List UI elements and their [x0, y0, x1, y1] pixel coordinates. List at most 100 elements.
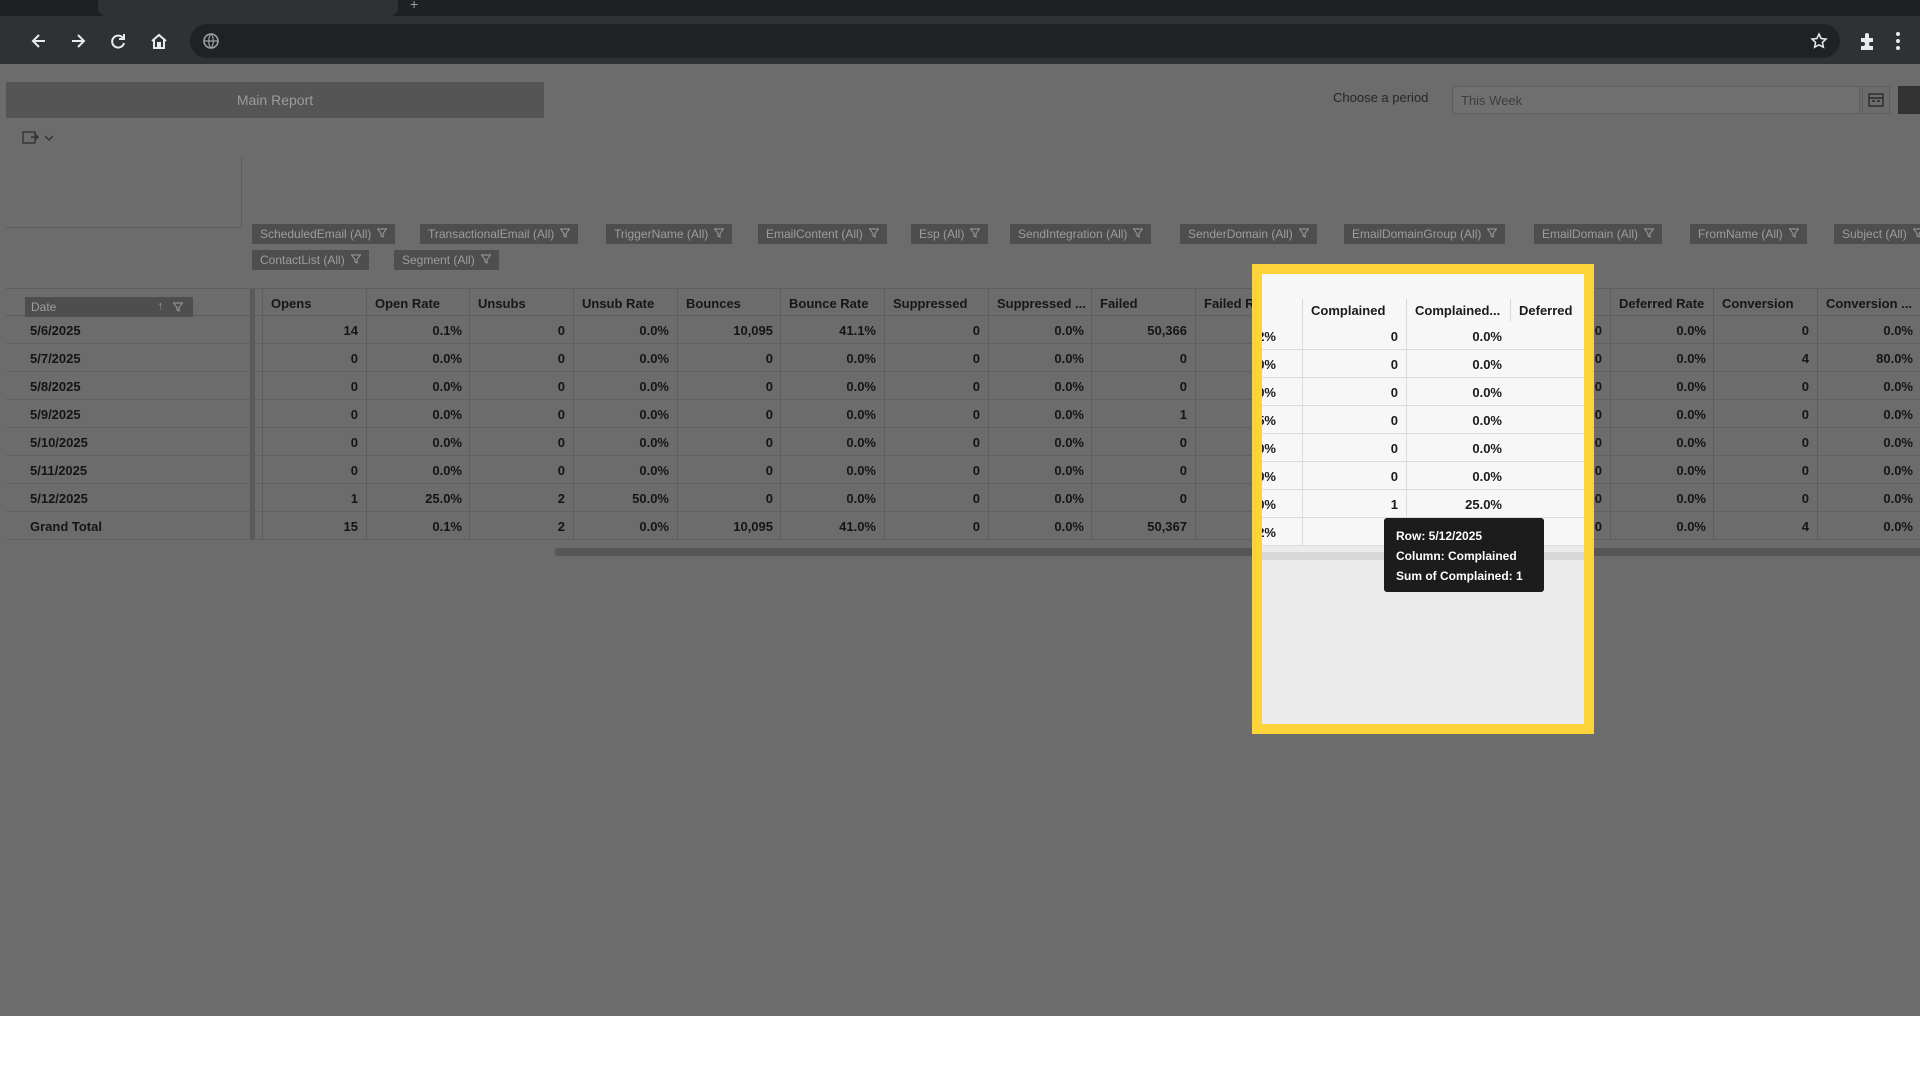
table-cell[interactable]: 0.0% [1610, 372, 1714, 400]
table-cell[interactable]: 25.0% [366, 484, 470, 512]
table-cell[interactable]: 7.2% [1262, 518, 1284, 546]
table-cell[interactable]: 0.0% [780, 456, 884, 484]
table-cell[interactable]: 0.0% [988, 316, 1092, 344]
new-tab-icon[interactable]: + [410, 0, 418, 12]
table-cell[interactable]: 0 [1302, 406, 1406, 434]
table-cell[interactable]: 1 [1091, 400, 1195, 428]
table-cell[interactable]: 0 [1091, 428, 1195, 456]
table-cell[interactable]: 4 [1713, 512, 1817, 540]
table-cell[interactable]: 0 [469, 344, 573, 372]
back-arrow-icon[interactable] [24, 26, 54, 56]
table-cell[interactable]: 4.5% [1262, 406, 1284, 434]
table-cell[interactable]: 0.0% [1817, 372, 1920, 400]
table-cell[interactable]: 0 [1713, 428, 1817, 456]
filter-chip[interactable]: EmailContent (All) [758, 224, 887, 244]
table-cell[interactable]: 0.0% [1817, 316, 1920, 344]
row-label[interactable]: Grand Total [30, 519, 102, 534]
table-cell[interactable]: 0 [1091, 372, 1195, 400]
table-cell[interactable]: 2 [469, 512, 573, 540]
table-cell[interactable]: 0.0% [1817, 428, 1920, 456]
table-cell[interactable]: 1 [262, 484, 366, 512]
column-header[interactable]: Open Rate [366, 289, 470, 317]
table-cell[interactable]: 0 [677, 456, 781, 484]
filter-chip[interactable]: Subject (All) [1834, 224, 1920, 244]
period-select[interactable]: This Week [1452, 86, 1860, 114]
table-cell[interactable]: 0 [469, 428, 573, 456]
table-cell[interactable]: 0.0% [573, 316, 677, 344]
table-cell[interactable]: 0.0% [366, 372, 470, 400]
column-header[interactable]: Bounce Rate [780, 289, 884, 317]
table-cell[interactable]: 0.0% [1817, 484, 1920, 512]
table-cell[interactable]: 0.1% [366, 512, 470, 540]
table-cell[interactable]: 0.0% [1262, 378, 1284, 406]
table-cell[interactable]: 0 [469, 400, 573, 428]
table-cell[interactable]: 0 [1713, 400, 1817, 428]
table-cell[interactable]: 0 [1713, 484, 1817, 512]
funnel-icon[interactable] [350, 253, 362, 267]
table-cell[interactable]: 0.0% [988, 512, 1092, 540]
filter-chip[interactable]: EmailDomainGroup (All) [1344, 224, 1506, 244]
funnel-icon[interactable] [1132, 227, 1144, 241]
address-bar[interactable] [190, 24, 1840, 58]
table-cell[interactable]: 0.0% [1610, 484, 1714, 512]
table-cell[interactable]: 0.0% [1406, 350, 1510, 378]
filter-chip[interactable]: ContactList (All) [252, 250, 369, 270]
table-cell[interactable]: 0.0% [1406, 462, 1510, 490]
table-cell[interactable]: 0 [884, 484, 988, 512]
row-label[interactable]: 5/10/2025 [30, 435, 88, 450]
column-header[interactable]: Deferred [1510, 299, 1584, 322]
table-cell[interactable]: 0.0% [573, 456, 677, 484]
row-label[interactable]: 5/6/2025 [30, 323, 81, 338]
table-cell[interactable]: 0 [1713, 456, 1817, 484]
puzzle-icon[interactable] [1857, 30, 1879, 57]
funnel-icon[interactable] [1298, 227, 1310, 241]
table-cell[interactable]: 0 [262, 344, 366, 372]
sort-ascending-icon[interactable]: ↑ [158, 300, 164, 312]
table-cell[interactable]: 0.0% [573, 400, 677, 428]
filter-chip[interactable]: SendIntegration (All) [1010, 224, 1152, 244]
table-cell[interactable]: 7.2% [1262, 322, 1284, 350]
table-cell[interactable]: 0 [1713, 372, 1817, 400]
table-cell[interactable]: 0 [884, 372, 988, 400]
row-label[interactable]: 5/7/2025 [30, 351, 81, 366]
table-cell[interactable]: 0 [1091, 344, 1195, 372]
reload-icon[interactable] [103, 26, 133, 56]
table-cell[interactable]: 0.0% [780, 344, 884, 372]
table-cell[interactable]: 0.0% [1262, 490, 1284, 518]
table-cell[interactable]: 0.0% [988, 344, 1092, 372]
table-cell[interactable]: 0.0% [780, 372, 884, 400]
table-cell[interactable]: 0.0% [1610, 456, 1714, 484]
table-cell[interactable]: 0 [677, 428, 781, 456]
column-header[interactable]: Suppressed [884, 289, 988, 317]
table-cell[interactable]: 0.0% [1817, 456, 1920, 484]
table-cell[interactable]: 0 [1302, 434, 1406, 462]
funnel-icon[interactable] [172, 301, 184, 315]
filter-chip[interactable]: TriggerName (All) [606, 224, 733, 244]
table-cell[interactable]: 0 [1091, 456, 1195, 484]
table-cell[interactable]: 0.0% [1262, 462, 1284, 490]
column-header[interactable]: Deferred Rate [1610, 289, 1714, 317]
column-header[interactable]: Conversion [1713, 289, 1817, 317]
table-cell[interactable]: 0 [884, 456, 988, 484]
table-cell[interactable]: 80.0% [1817, 344, 1920, 372]
row-label[interactable]: 5/9/2025 [30, 407, 81, 422]
table-cell[interactable]: 0 [1302, 322, 1406, 350]
table-cell[interactable]: 0 [677, 372, 781, 400]
funnel-icon[interactable] [480, 253, 492, 267]
table-cell[interactable]: 0 [262, 428, 366, 456]
table-cell[interactable]: 0 [1302, 462, 1406, 490]
table-cell[interactable]: 0.0% [1610, 316, 1714, 344]
table-cell[interactable]: 0 [262, 372, 366, 400]
date-row-header[interactable]: Date ↑ [25, 297, 193, 317]
column-header[interactable]: Opens [262, 289, 366, 317]
table-cell[interactable]: 0.0% [1610, 400, 1714, 428]
table-cell[interactable]: 0.0% [780, 484, 884, 512]
table-cell[interactable]: 0.0% [366, 400, 470, 428]
table-cell[interactable]: 0.0% [1610, 344, 1714, 372]
table-cell[interactable]: 0.0% [1817, 512, 1920, 540]
table-cell[interactable]: 0 [1302, 378, 1406, 406]
funnel-icon[interactable] [1788, 227, 1800, 241]
table-cell[interactable]: 0.0% [1262, 350, 1284, 378]
table-cell[interactable]: 0.0% [1610, 428, 1714, 456]
period-apply-button[interactable] [1898, 86, 1920, 114]
